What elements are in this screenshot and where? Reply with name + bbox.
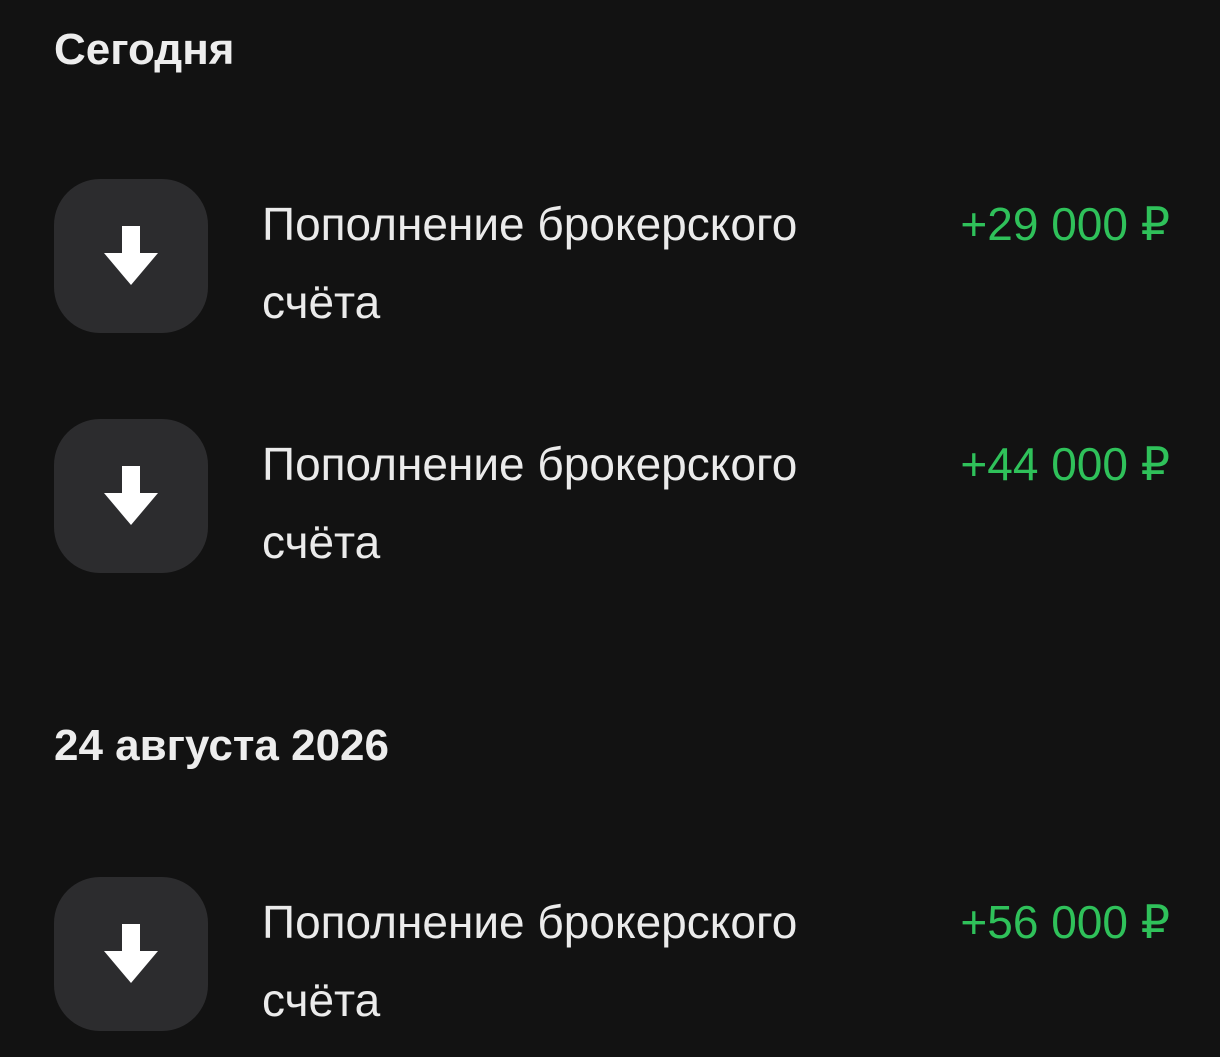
arrow-down-icon (104, 924, 158, 983)
operation-amount: +44 000 ₽ (960, 438, 1170, 490)
arrow-down-icon (104, 466, 158, 525)
operation-title: Пополнение брокерского счёта (262, 896, 798, 1026)
operation-amount: +29 000 ₽ (960, 198, 1170, 250)
section-header-today: Сегодня (54, 25, 235, 74)
operation-icon-tile (54, 179, 208, 333)
operation-amount: +56 000 ₽ (960, 896, 1170, 948)
operation-row[interactable]: Пополнение брокерского счёта +56 000 ₽ (0, 877, 1220, 1037)
operation-row[interactable]: Пополнение брокерского счёта +29 000 ₽ (0, 179, 1220, 339)
section-header-date: 24 августа 2026 (54, 721, 389, 770)
operation-title: Пополнение брокерского счёта (262, 438, 798, 568)
arrow-down-icon (104, 226, 158, 285)
operation-icon-tile (54, 419, 208, 573)
operation-icon-tile (54, 877, 208, 1031)
operation-title: Пополнение брокерского счёта (262, 198, 798, 328)
operation-row[interactable]: Пополнение брокерского счёта +44 000 ₽ (0, 419, 1220, 579)
